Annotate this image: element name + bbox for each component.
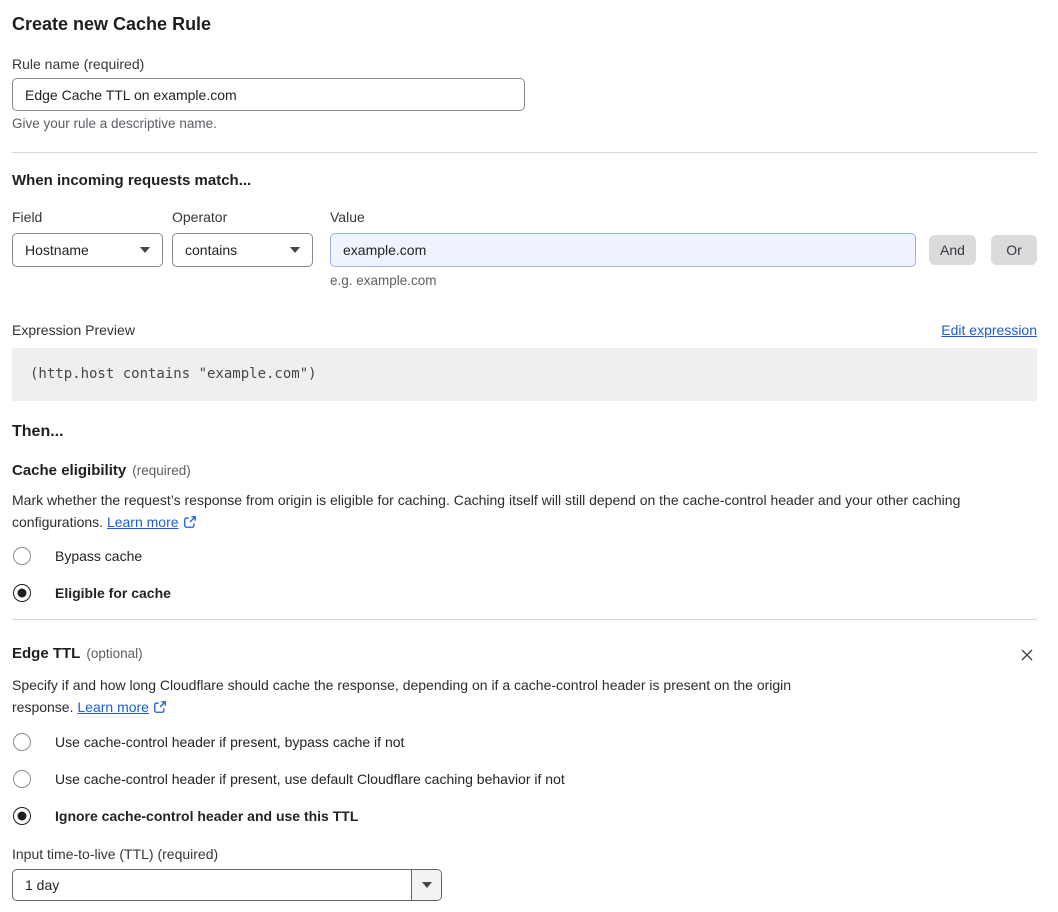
rule-name-label: Rule name (required) <box>12 56 145 72</box>
rule-name-helper: Give your rule a descriptive name. <box>12 116 217 131</box>
edge-ttl-description: Specify if and how long Cloudflare shoul… <box>12 675 852 718</box>
cache-eligibility-description: Mark whether the request’s response from… <box>12 490 1037 533</box>
radio-label: Use cache-control header if present, byp… <box>55 734 405 750</box>
divider <box>12 619 1037 620</box>
external-link-icon <box>154 700 166 713</box>
match-condition-row: Field Hostname Operator contains Value e… <box>12 209 1037 289</box>
operator-label: Operator <box>172 209 228 225</box>
close-icon <box>1021 649 1033 661</box>
ttl-label: Input time-to-live (TTL) (required) <box>12 846 219 862</box>
close-button[interactable] <box>1017 645 1037 665</box>
field-label: Field <box>12 209 43 225</box>
learn-more-link[interactable]: Learn more <box>77 699 149 715</box>
radio-label: Ignore cache-control header and use this… <box>55 808 359 824</box>
edge-ttl-options: Use cache-control header if present, byp… <box>12 733 1037 825</box>
chevron-down-icon <box>290 247 300 253</box>
field-select[interactable]: Hostname <box>12 233 163 267</box>
then-heading: Then... <box>12 423 64 440</box>
create-cache-rule-form: Create new Cache Rule Rule name (require… <box>0 0 1058 912</box>
value-label: Value <box>330 209 365 225</box>
radio-label: Use cache-control header if present, use… <box>55 771 565 787</box>
radio-unchecked-icon <box>13 547 31 565</box>
edit-expression-link[interactable]: Edit expression <box>941 322 1037 338</box>
learn-more-link[interactable]: Learn more <box>107 514 179 530</box>
cache-eligibility-options: Bypass cache Eligible for cache <box>12 547 1037 602</box>
edge-ttl-qualifier: (optional) <box>86 646 143 661</box>
edge-ttl-title: Edge TTL <box>12 645 81 662</box>
and-button[interactable]: And <box>929 235 976 265</box>
radio-option-eligible-for-cache[interactable]: Eligible for cache <box>12 584 1037 602</box>
expression-preview-label: Expression Preview <box>12 322 135 338</box>
cache-eligibility-heading: Cache eligibility (required) <box>12 462 1037 480</box>
ttl-select-value: 1 day <box>25 877 60 893</box>
or-button[interactable]: Or <box>991 235 1037 265</box>
ttl-select-arrow[interactable] <box>411 870 441 900</box>
operator-column: Operator contains <box>172 209 313 267</box>
rule-name-input[interactable] <box>12 78 525 111</box>
operator-select[interactable]: contains <box>172 233 313 267</box>
operator-select-value: contains <box>185 242 238 258</box>
chevron-down-icon <box>421 882 432 888</box>
ttl-select[interactable]: 1 day <box>12 869 442 901</box>
edge-ttl-heading: Edge TTL (optional) <box>12 645 143 663</box>
ttl-section: Input time-to-live (TTL) (required) 1 da… <box>12 846 1037 901</box>
radio-checked-icon <box>13 584 31 602</box>
rule-name-section: Rule name (required) Give your rule a de… <box>12 56 1037 132</box>
expression-code: (http.host contains "example.com") <box>12 348 1037 401</box>
edge-ttl-header: Edge TTL (optional) <box>12 645 1037 665</box>
radio-label: Eligible for cache <box>55 585 171 601</box>
radio-option-bypass-cache[interactable]: Bypass cache <box>12 547 1037 565</box>
value-helper: e.g. example.com <box>330 273 437 288</box>
cache-eligibility-title: Cache eligibility <box>12 462 127 479</box>
divider <box>12 152 1037 153</box>
field-select-value: Hostname <box>25 242 89 258</box>
value-input[interactable] <box>330 233 916 267</box>
expression-preview-row: Expression Preview Edit expression <box>12 321 1037 339</box>
chevron-down-icon <box>140 247 150 253</box>
radio-checked-icon <box>13 807 31 825</box>
external-link-icon <box>183 515 196 528</box>
match-heading: When incoming requests match... <box>12 172 252 189</box>
field-column: Field Hostname <box>12 209 163 267</box>
value-column: Value e.g. example.com <box>330 209 916 289</box>
radio-option-use-header-bypass[interactable]: Use cache-control header if present, byp… <box>12 733 1037 751</box>
page-title: Create new Cache Rule <box>12 14 212 34</box>
radio-label: Bypass cache <box>55 548 143 564</box>
radio-unchecked-icon <box>13 733 31 751</box>
cache-eligibility-qualifier: (required) <box>132 463 191 478</box>
radio-unchecked-icon <box>13 770 31 788</box>
radio-option-ignore-header-use-ttl[interactable]: Ignore cache-control header and use this… <box>12 807 1037 825</box>
radio-option-use-header-default[interactable]: Use cache-control header if present, use… <box>12 770 1037 788</box>
